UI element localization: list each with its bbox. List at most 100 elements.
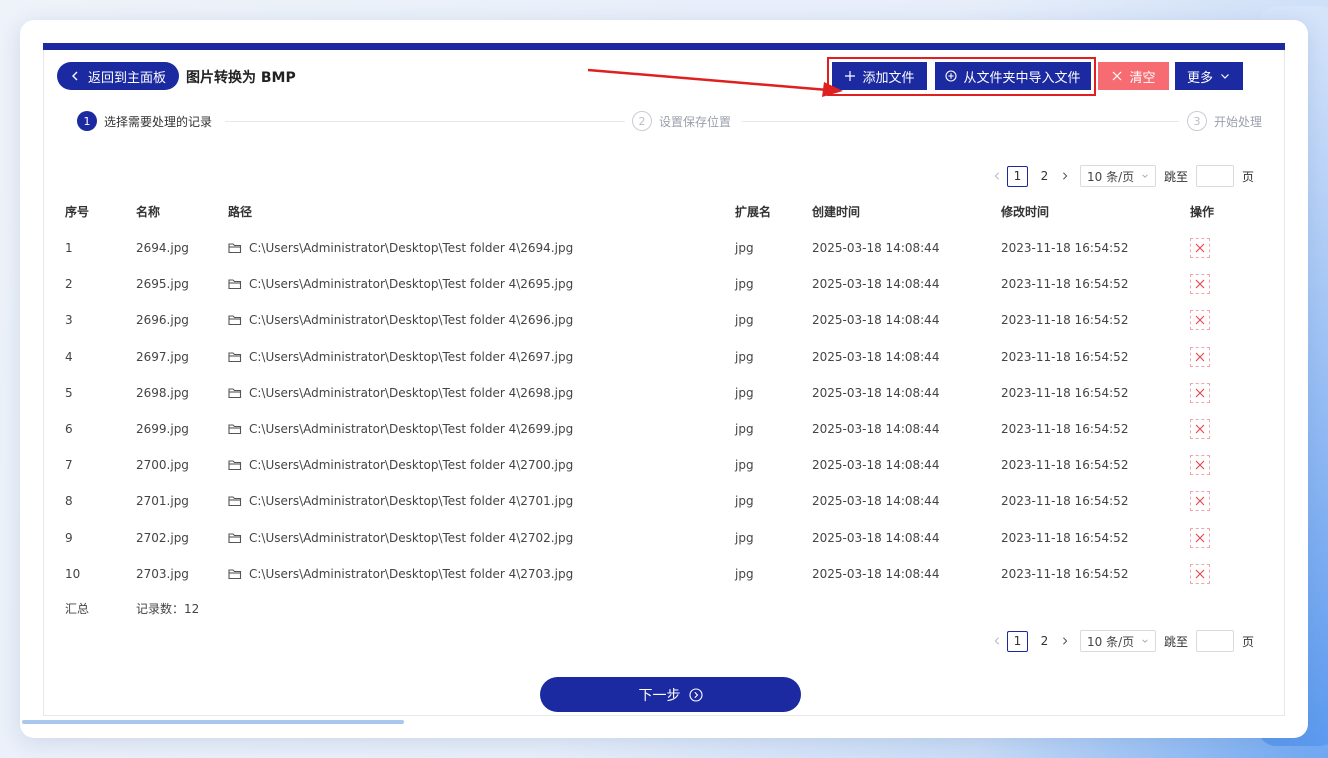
cell-path-text: C:\Users\Administrator\Desktop\Test fold… [249,458,574,473]
cell-path-wrap: C:\Users\Administrator\Desktop\Test fold… [223,447,730,483]
import-folder-button[interactable]: 从文件夹中导入文件 [935,62,1091,90]
delete-row-button[interactable] [1190,346,1210,367]
cell-path-text: C:\Users\Administrator\Desktop\Test fold… [249,277,574,292]
clear-button[interactable]: 清空 [1098,62,1169,90]
chevron-down-icon [1221,74,1229,79]
table-row: 4 2697.jpg C:\Users\Administrator\Desktop\… [60,339,1250,375]
cell-path: C:\Users\Administrator\Desktop\Test fold… [228,567,730,581]
page-title: 图片转换为 BMP [186,70,296,86]
next-step-label: 下一步 [638,687,681,704]
cell-name: 2700.jpg [136,458,189,473]
cell-ext: jpg [735,458,754,473]
step-3: 3 开始处理 [1187,111,1262,131]
col-header-name: 名称 [136,204,161,219]
cell-modified: 2023-11-18 16:54:52 [1001,530,1129,545]
step-1-label: 选择需要处理的记录 [104,114,213,129]
cell-path-wrap: C:\Users\Administrator\Desktop\Test fold… [223,230,730,266]
cell-path: C:\Users\Administrator\Desktop\Test fold… [228,350,730,364]
folder-icon [228,388,242,398]
col-header-ext: 扩展名 [735,204,772,219]
prev-page-icon[interactable] [990,634,1004,648]
cell-ext: jpg [735,422,754,437]
page-size-select[interactable]: 10 条/页 [1080,630,1156,652]
file-table: 序号 名称 路径 扩展名 创建时间 修改时间 操作 1 2694.jpg C:\Us… [60,192,1250,626]
page-1-button[interactable]: 1 [1007,630,1028,652]
cell-path-text: C:\Users\Administrator\Desktop\Test fold… [249,385,574,400]
cell-index: 9 [65,530,73,545]
cell-name: 2695.jpg [136,277,189,292]
table-row: 1 2694.jpg C:\Users\Administrator\Desktop\… [60,230,1250,266]
delete-row-button[interactable] [1190,491,1210,512]
bottom-scroll-strip [22,720,404,724]
folder-icon [228,496,242,507]
next-step-button[interactable]: 下一步 [540,677,801,712]
cell-actions [1185,375,1250,411]
next-page-icon[interactable] [1058,634,1072,648]
jump-page-input[interactable] [1196,630,1235,652]
cell-index: 7 [65,458,73,473]
cell-modified: 2023-11-18 16:54:52 [1001,349,1129,364]
summary-count: 记录数：12 [136,602,200,617]
step-2: 2 设置保存位置 [632,111,731,131]
cell-index: 2 [65,277,73,292]
delete-row-button[interactable] [1190,455,1210,476]
cell-modified: 2023-11-18 16:54:52 [1001,313,1129,328]
cell-ext: jpg [735,277,754,292]
cell-created: 2025-03-18 14:08:44 [812,494,940,509]
prev-page-icon[interactable] [990,169,1004,183]
cell-ext: jpg [735,566,754,581]
page-size-value: 10 条/页 [1087,169,1135,184]
page-unit-label: 页 [1242,169,1255,184]
cell-index: 1 [65,241,73,256]
cell-path: C:\Users\Administrator\Desktop\Test fold… [228,313,730,327]
close-icon [1195,316,1205,325]
table-row: 7 2700.jpg C:\Users\Administrator\Desktop\… [60,447,1250,483]
cell-path-text: C:\Users\Administrator\Desktop\Test fold… [249,241,574,256]
close-icon [1113,71,1122,81]
delete-row-button[interactable] [1190,310,1210,331]
cell-modified: 2023-11-18 16:54:52 [1001,566,1129,581]
close-icon [1195,460,1205,470]
step-connector [225,121,625,122]
table-row: 2 2695.jpg C:\Users\Administrator\Desktop\… [60,266,1250,302]
step-2-number: 2 [632,111,652,131]
cell-index: 4 [65,349,73,364]
page-size-select[interactable]: 10 条/页 [1080,165,1156,187]
close-icon [1195,279,1205,289]
cell-ext: jpg [735,530,754,545]
cell-modified: 2023-11-18 16:54:52 [1001,422,1129,437]
delete-row-button[interactable] [1190,419,1210,440]
cell-actions [1185,520,1250,556]
cell-index: 5 [65,385,73,400]
cell-ext: jpg [735,313,754,328]
cell-actions [1185,483,1250,519]
delete-row-button[interactable] [1190,238,1210,259]
cell-index: 10 [65,566,81,581]
delete-row-button[interactable] [1190,527,1210,548]
cell-actions [1185,447,1250,483]
more-label: 更多 [1186,70,1213,86]
back-to-dashboard-button[interactable]: 返回到主面板 [57,62,179,90]
page-2-button[interactable]: 2 [1034,166,1055,187]
page-1-button[interactable]: 1 [1007,165,1028,187]
cell-path: C:\Users\Administrator\Desktop\Test fold… [228,531,730,545]
arrow-circle-right-icon [688,687,703,702]
table-header-row: 序号 名称 路径 扩展名 创建时间 修改时间 操作 [60,192,1250,230]
step-2-label: 设置保存位置 [659,114,732,129]
cell-actions [1185,411,1250,447]
delete-row-button[interactable] [1190,382,1210,403]
cell-actions [1185,230,1250,266]
delete-row-button[interactable] [1190,563,1210,584]
next-page-icon[interactable] [1058,169,1072,183]
step-connector [742,121,1179,122]
table-row: 5 2698.jpg C:\Users\Administrator\Desktop\… [60,375,1250,411]
cell-path-wrap: C:\Users\Administrator\Desktop\Test fold… [223,520,730,556]
chevron-down-icon [1142,174,1148,178]
add-file-button[interactable]: 添加文件 [832,62,927,90]
cell-path-text: C:\Users\Administrator\Desktop\Test fold… [249,349,574,364]
delete-row-button[interactable] [1190,274,1210,295]
table-row: 10 2703.jpg C:\Users\Administrator\Desktop… [60,556,1250,592]
jump-page-input[interactable] [1196,165,1235,187]
page-2-button[interactable]: 2 [1034,631,1055,652]
more-button[interactable]: 更多 [1175,62,1243,90]
